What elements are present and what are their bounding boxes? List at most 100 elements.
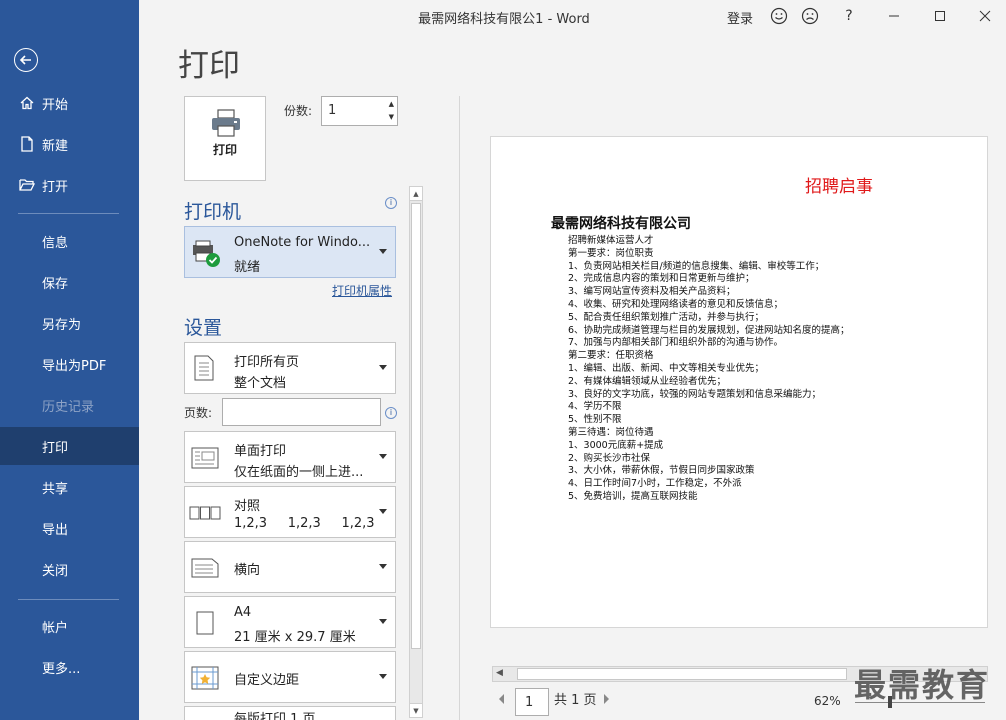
dropdown-arrow-icon bbox=[379, 365, 387, 370]
dropdown-arrow-icon bbox=[379, 249, 387, 254]
document-company: 最需网络科技有限公司 bbox=[551, 216, 691, 232]
custom-margins-icon bbox=[191, 666, 219, 690]
pages-per-sheet-dropdown[interactable]: 每版打印 1 页 bbox=[184, 706, 396, 720]
dropdown-arrow-icon bbox=[379, 619, 387, 624]
margins-dropdown[interactable]: 自定义边距 bbox=[184, 651, 396, 703]
previous-page-icon[interactable] bbox=[499, 694, 504, 704]
document-line: 第三待遇：岗位待遇 bbox=[568, 426, 654, 438]
minimize-icon[interactable] bbox=[884, 6, 904, 26]
printer-name: OneNote for Windo... bbox=[234, 235, 371, 250]
sided-dropdown[interactable]: 单面打印 仅在纸面的一侧上进... bbox=[184, 431, 396, 483]
maximize-icon[interactable] bbox=[930, 6, 950, 26]
close-icon[interactable] bbox=[975, 6, 995, 26]
sidebar-item-share[interactable]: 共享 bbox=[0, 468, 139, 506]
document-line: 第一要求：岗位职责 bbox=[568, 247, 654, 259]
sidebar-item-export[interactable]: 导出 bbox=[0, 509, 139, 547]
printer-status: 就绪 bbox=[234, 260, 261, 275]
document-body: 招聘新媒体运营人才 第一要求：岗位职责 1、负责网站相关栏目/频道的信息搜集、编… bbox=[568, 235, 850, 504]
backstage-sidebar: 开始 新建 打开 信息 保存 另存为 导出为PDF 历史记录 打印 共享 导出 … bbox=[0, 0, 139, 720]
spin-down-icon[interactable]: ▼ bbox=[389, 113, 394, 121]
window-title: 最需网络科技有限公1 - Word bbox=[418, 12, 590, 27]
back-button[interactable] bbox=[14, 48, 38, 72]
sidebar-item-new[interactable]: 新建 bbox=[0, 125, 139, 163]
page-number-input[interactable]: 1 bbox=[515, 688, 549, 716]
login-link[interactable]: 登录 bbox=[727, 8, 753, 27]
document-line: 1、负责网站相关栏目/频道的信息搜集、编辑、审校等工作； bbox=[568, 260, 825, 272]
printer-icon bbox=[212, 109, 240, 137]
dropdown-arrow-icon bbox=[379, 674, 387, 679]
sidebar-separator bbox=[18, 599, 119, 600]
printer-heading: 打印机 bbox=[184, 201, 242, 223]
sidebar-item-export-pdf[interactable]: 导出为PDF bbox=[0, 345, 139, 383]
sidebar-item-home[interactable]: 开始 bbox=[0, 84, 139, 122]
printer-dropdown[interactable]: OneNote for Windo... 就绪 bbox=[184, 226, 396, 278]
pages-input[interactable] bbox=[222, 398, 381, 426]
printer-properties-link[interactable]: 打印机属性 bbox=[332, 282, 392, 299]
paper-size-dropdown[interactable]: A4 21 厘米 x 29.7 厘米 bbox=[184, 596, 396, 648]
pages-label: 页数: bbox=[184, 406, 213, 420]
document-line: 3、编写网站宣传资料及相关产品资料； bbox=[568, 286, 736, 298]
document-line: 1、3000元底薪+提成 bbox=[568, 439, 664, 451]
back-arrow-icon bbox=[19, 55, 31, 65]
orientation-dropdown[interactable]: 横向 bbox=[184, 541, 396, 593]
info-icon[interactable]: i bbox=[385, 407, 397, 419]
sidebar-item-save-as[interactable]: 另存为 bbox=[0, 304, 139, 342]
settings-heading: 设置 bbox=[184, 317, 223, 339]
document-line: 7、加强与内部相关部门和组织外部的沟通与协作。 bbox=[568, 337, 784, 349]
open-folder-icon bbox=[18, 176, 36, 194]
landscape-icon bbox=[191, 558, 219, 578]
zoom-level[interactable]: 62% bbox=[814, 694, 841, 708]
paper-size-icon bbox=[196, 611, 214, 635]
watermark-logo: 最需教育 bbox=[854, 666, 991, 704]
scroll-down-icon[interactable]: ▼ bbox=[410, 703, 422, 717]
document-line: 4、收集、研究和处理网络读者的意见和反馈信息； bbox=[568, 298, 784, 310]
dropdown-arrow-icon bbox=[379, 509, 387, 514]
sidebar-separator bbox=[18, 213, 119, 214]
help-icon[interactable]: ? bbox=[839, 6, 859, 26]
sidebar-item-print[interactable]: 打印 bbox=[0, 427, 139, 465]
spin-up-icon[interactable]: ▲ bbox=[389, 100, 394, 108]
scroll-up-icon[interactable]: ▲ bbox=[410, 187, 422, 201]
document-line: 第二要求：任职资格 bbox=[568, 350, 654, 362]
scrollbar-thumb[interactable] bbox=[411, 203, 421, 649]
frown-feedback-icon[interactable] bbox=[800, 6, 820, 26]
copies-label: 份数: bbox=[284, 104, 313, 118]
document-line: 2、购买长沙市社保 bbox=[568, 452, 651, 464]
smile-feedback-icon[interactable] bbox=[769, 6, 789, 26]
document-line: 招聘新媒体运营人才 bbox=[568, 235, 654, 246]
sidebar-item-close[interactable]: 关闭 bbox=[0, 550, 139, 588]
info-icon[interactable]: i bbox=[385, 197, 397, 209]
collate-dropdown[interactable]: 对照 1,2,3 1,2,3 1,2,3 bbox=[184, 486, 396, 538]
document-line: 4、学历不限 bbox=[568, 401, 622, 413]
sidebar-item-save[interactable]: 保存 bbox=[0, 263, 139, 301]
next-page-icon[interactable] bbox=[604, 694, 609, 704]
sidebar-item-more[interactable]: 更多... bbox=[0, 648, 139, 686]
document-title: 招聘启事 bbox=[805, 177, 873, 197]
scroll-left-icon[interactable]: ◀ bbox=[496, 668, 503, 678]
scrollbar-thumb[interactable] bbox=[517, 668, 847, 680]
collate-icon bbox=[189, 506, 221, 520]
settings-scrollbar[interactable]: ▲ ▼ bbox=[409, 186, 423, 718]
sidebar-item-account[interactable]: 帐户 bbox=[0, 607, 139, 645]
page-total: 共 1 页 bbox=[554, 693, 597, 708]
title-bar: 最需网络科技有限公1 - Word 登录 ? bbox=[139, 0, 1006, 32]
copies-stepper[interactable]: 1 ▲ ▼ bbox=[321, 96, 398, 126]
print-button-label: 打印 bbox=[212, 143, 237, 157]
document-line: 5、免费培训，提高互联网技能 bbox=[568, 490, 698, 502]
panel-divider bbox=[459, 96, 460, 720]
new-document-icon bbox=[18, 135, 36, 153]
document-line: 1、编辑、出版、新闻、中文等相关专业优先； bbox=[568, 362, 765, 374]
print-range-dropdown[interactable]: 打印所有页 整个文档 bbox=[184, 342, 396, 394]
page-title: 打印 bbox=[178, 48, 240, 84]
document-line: 3、良好的文字功底，较强的网站专题策划和信息采编能力； bbox=[568, 388, 822, 400]
sidebar-item-open[interactable]: 打开 bbox=[0, 166, 139, 204]
document-line: 3、大小休，带薪休假，节假日同步国家政策 bbox=[568, 465, 755, 477]
print-button[interactable]: 打印 bbox=[184, 96, 266, 181]
document-line: 5、性别不限 bbox=[568, 414, 622, 426]
document-line: 4、日工作时间7小时，工作稳定，不外派 bbox=[568, 478, 742, 490]
sidebar-item-history: 历史记录 bbox=[42, 399, 95, 415]
home-icon bbox=[18, 94, 36, 112]
copies-value: 1 bbox=[328, 103, 337, 118]
sidebar-item-info[interactable]: 信息 bbox=[0, 222, 139, 260]
document-line: 2、有媒体编辑领域从业经验者优先； bbox=[568, 375, 727, 387]
